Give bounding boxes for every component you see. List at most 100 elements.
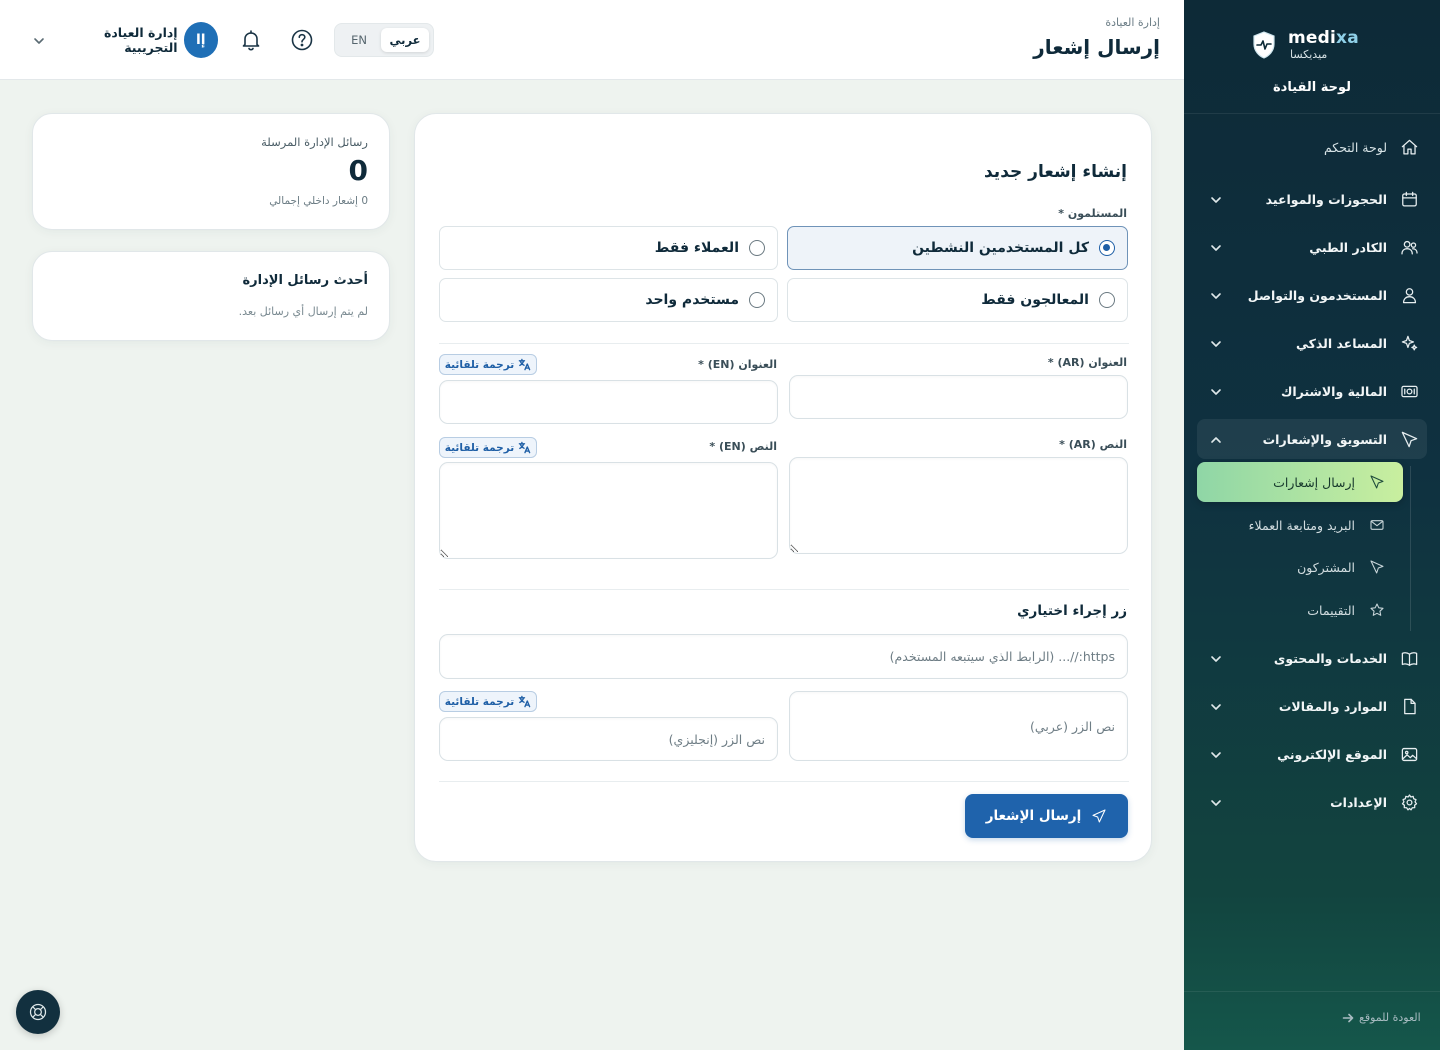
sidebar-item-label: الكادر الطبي — [1309, 239, 1387, 255]
chevron-down-icon — [1209, 747, 1223, 761]
body-en-textarea[interactable] — [439, 462, 778, 559]
sidebar-item-label: التسويق والإشعارات — [1262, 431, 1387, 447]
sidebar-item-bookings[interactable]: الحجوزات والمواعيد — [1197, 179, 1427, 219]
sidebar-item-website[interactable]: الموقع الإلكتروني — [1197, 734, 1427, 774]
recent-messages-title: أحدث رسائل الإدارة — [242, 273, 368, 288]
sidebar-item-ai-assistant[interactable]: المساعد الذكي — [1197, 323, 1427, 363]
divider — [1184, 991, 1440, 992]
page-title: إرسال إشعار — [1033, 35, 1160, 59]
money-icon — [1399, 381, 1419, 401]
send-icon — [1399, 429, 1419, 449]
divider — [1184, 113, 1440, 114]
recipients-label: المستلمون * — [1058, 207, 1127, 220]
auto-translate-title-button[interactable]: ترجمة تلقائية — [439, 354, 537, 375]
body-ar-label: النص (AR) * — [1059, 438, 1127, 451]
recipient-option-therapists-only[interactable]: المعالجون فقط — [787, 278, 1128, 322]
file-icon — [1399, 696, 1419, 716]
button-text-en-input[interactable] — [439, 717, 778, 761]
sidebar-subitem-subscribers[interactable]: المشتركون — [1197, 547, 1403, 587]
title-en-label: العنوان (EN) * — [698, 358, 777, 371]
action-section-title: زر إجراء اختياري — [1017, 603, 1127, 619]
users-icon — [1399, 237, 1419, 257]
help-button[interactable] — [288, 26, 316, 54]
divider — [439, 589, 1129, 590]
radio-unchecked — [749, 240, 765, 256]
radio-checked — [1099, 240, 1115, 256]
divider — [439, 343, 1129, 344]
user-name: إدارة العيادة التجريبية — [104, 25, 178, 55]
radio-label: كل المستخدمين النشطين — [912, 240, 1089, 256]
sidebar-subitem-label: إرسال إشعارات — [1273, 474, 1355, 490]
recent-messages-card: أحدث رسائل الإدارة لم يتم إرسال أي رسائل… — [32, 251, 390, 341]
user-menu[interactable]: إدارة العيادة التجريبية إا — [32, 22, 218, 58]
action-url-input[interactable] — [439, 634, 1128, 679]
brand-subtitle: ميديكسا — [1290, 48, 1328, 61]
mail-icon — [1367, 515, 1387, 535]
chevron-down-icon — [1209, 699, 1223, 713]
calendar-icon — [1399, 189, 1419, 209]
sparkles-icon — [1399, 333, 1419, 353]
sidebar-subitem-send-notifications[interactable]: إرسال إشعارات — [1197, 462, 1403, 502]
arrow-right-icon — [1342, 1013, 1354, 1022]
sidebar-item-resources[interactable]: الموارد والمقالات — [1197, 686, 1427, 726]
lang-ar-button[interactable]: عربي — [381, 28, 429, 52]
body-ar-textarea[interactable] — [789, 457, 1128, 554]
brand-logo[interactable]: medixa ميديكسا — [1184, 26, 1440, 66]
stat-subtext: 0 إشعار داخلي إجمالي — [269, 195, 368, 207]
radio-label: العملاء فقط — [654, 240, 739, 256]
sidebar-item-label: الموارد والمقالات — [1278, 698, 1387, 714]
translate-icon — [518, 441, 531, 454]
chevron-down-icon — [1209, 240, 1223, 254]
auto-translate-body-button[interactable]: ترجمة تلقائية — [439, 437, 537, 458]
title-ar-input[interactable] — [789, 375, 1128, 419]
sidebar-subitem-reviews[interactable]: التقييمات — [1197, 590, 1403, 630]
lang-en-button[interactable]: EN — [339, 28, 379, 52]
recipient-option-single-user[interactable]: مستخدم واحد — [439, 278, 778, 322]
translate-icon — [518, 358, 531, 371]
chevron-down-icon — [1209, 651, 1223, 665]
recipient-option-all-active[interactable]: كل المستخدمين النشطين — [787, 226, 1128, 270]
help-circle-icon — [291, 29, 313, 51]
breadcrumb[interactable]: إدارة العيادة — [1105, 16, 1160, 29]
top-header: إدارة العيادة إرسال إشعار EN عربي إدارة … — [0, 0, 1184, 80]
sidebar-item-medical-staff[interactable]: الكادر الطبي — [1197, 227, 1427, 267]
body-en-label: النص (EN) * — [709, 440, 777, 453]
auto-translate-label: ترجمة تلقائية — [444, 358, 515, 371]
auto-translate-label: ترجمة تلقائية — [444, 695, 515, 708]
form-title: إنشاء إشعار جديد — [983, 162, 1127, 182]
support-fab-button[interactable] — [16, 990, 60, 1034]
sidebar-item-label: المساعد الذكي — [1296, 335, 1387, 351]
title-en-input[interactable] — [439, 380, 778, 424]
button-text-ar-input[interactable] — [789, 691, 1128, 761]
sidebar-item-settings[interactable]: الإعدادات — [1197, 782, 1427, 822]
send-button-label: إرسال الإشعار — [985, 808, 1082, 824]
home-icon — [1399, 137, 1419, 157]
book-icon — [1399, 648, 1419, 668]
title-ar-label: العنوان (AR) * — [1047, 356, 1127, 369]
bell-icon — [242, 30, 260, 51]
chevron-down-icon — [32, 33, 46, 47]
sidebar-item-users[interactable]: المستخدمون والتواصل — [1197, 275, 1427, 315]
gear-icon — [1399, 792, 1419, 812]
sidebar-item-label: لوحة التحكم — [1323, 139, 1387, 155]
sidebar-item-finance[interactable]: المالية والاشتراك — [1197, 371, 1427, 411]
sidebar-item-label: المستخدمون والتواصل — [1247, 287, 1387, 303]
back-to-site-link[interactable]: العودة للموقع — [1342, 1011, 1421, 1024]
shield-pulse-icon — [1253, 31, 1275, 59]
submenu-line — [1410, 466, 1411, 631]
sidebar-item-services[interactable]: الخدمات والمحتوى — [1197, 638, 1427, 678]
sidebar-item-label: الموقع الإلكتروني — [1277, 746, 1387, 762]
panel-title: لوحة القيادة — [1272, 80, 1352, 95]
auto-translate-button-text-button[interactable]: ترجمة تلقائية — [439, 691, 537, 712]
send-icon — [1092, 809, 1106, 823]
send-notification-button[interactable]: إرسال الإشعار — [965, 794, 1128, 838]
back-link-label: العودة للموقع — [1359, 1011, 1421, 1024]
sidebar-subitem-label: التقييمات — [1307, 602, 1355, 618]
sidebar-subitem-mail[interactable]: البريد ومتابعة العملاء — [1197, 505, 1403, 545]
notifications-button[interactable] — [237, 26, 265, 54]
recipient-option-clients-only[interactable]: العملاء فقط — [439, 226, 778, 270]
sidebar-item-dashboard[interactable]: لوحة التحكم — [1197, 127, 1427, 167]
sidebar-item-marketing[interactable]: التسويق والإشعارات — [1197, 419, 1427, 459]
chevron-down-icon — [1209, 795, 1223, 809]
user-icon — [1399, 285, 1419, 305]
